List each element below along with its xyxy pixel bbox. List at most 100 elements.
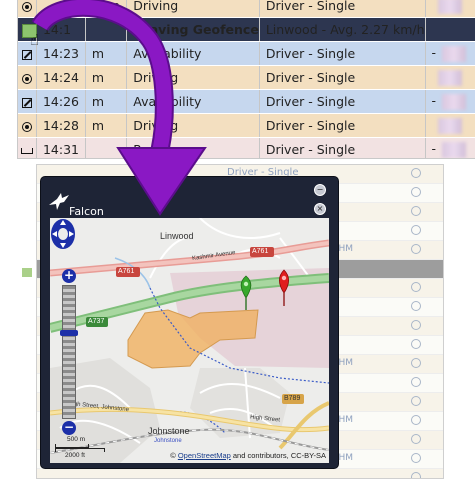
- cell-time: 14:1: [36, 17, 86, 42]
- cell-status: Availability: [126, 89, 260, 114]
- zoom-slider[interactable]: [60, 285, 78, 419]
- table-row[interactable]: 14:28 m Driving Driver - Single: [18, 113, 475, 138]
- background-row-icon: [411, 168, 421, 178]
- map-label-johnstone-station: Johnstone: [154, 438, 182, 444]
- cell-type: Driver - Single: [259, 113, 426, 138]
- window-title: Falcon: [69, 205, 104, 218]
- redacted-value: [442, 45, 467, 62]
- steering-wheel-icon: [21, 73, 32, 84]
- cell-type: Driver - Single: [259, 65, 426, 90]
- table-row[interactable]: 13m Driving Driver - Single: [18, 0, 475, 18]
- activity-table: 13m Driving Driver - Single 14:1 Leaving Geo…: [17, 0, 475, 159]
- scale-imperial: 2000 ft: [65, 452, 85, 459]
- map-scale: 500 m 2000 ft: [55, 436, 115, 459]
- background-row-icon: [411, 358, 421, 368]
- cell-duration: m: [85, 41, 128, 66]
- row-icon-cell: [18, 65, 37, 90]
- redacted-value: [442, 93, 467, 110]
- background-row-icon: [411, 301, 421, 311]
- redacted-value: [437, 0, 462, 14]
- zoom-control: + −: [60, 269, 78, 435]
- openstreetmap-link[interactable]: OpenStreetMap: [178, 451, 231, 460]
- cell-status: Driving: [126, 113, 260, 138]
- cell-type: Driver - Single: [259, 89, 426, 114]
- cell-time: 14:28: [36, 113, 86, 138]
- cell-extra: [425, 113, 475, 138]
- cell-time: 14:31: [36, 137, 86, 158]
- minimize-button[interactable]: −: [314, 184, 326, 196]
- box-icon: [21, 97, 32, 108]
- background-row-icon: [411, 396, 421, 406]
- map-label-a737: A737: [88, 318, 105, 325]
- cell-extra: -: [425, 89, 475, 114]
- background-row-icon: [411, 225, 421, 235]
- zoom-out-button[interactable]: −: [62, 421, 76, 435]
- close-button[interactable]: ×: [314, 203, 326, 215]
- cell-duration: m: [85, 113, 128, 138]
- map-label-linwood: Linwood: [160, 231, 194, 241]
- background-row-icon: [411, 282, 421, 292]
- cell-type: Driver - Single: [259, 137, 426, 158]
- zoom-slider-handle[interactable]: [60, 330, 78, 336]
- cell-type: Driver - Single: [259, 0, 426, 18]
- background-list-row: [37, 469, 443, 478]
- cell-status: Rest: [126, 137, 260, 158]
- pan-control[interactable]: [50, 218, 76, 250]
- row-icon-cell: [18, 89, 37, 114]
- cell-extra: -: [425, 41, 475, 66]
- hand-cursor-icon: ☝: [30, 31, 40, 49]
- map-view[interactable]: Linwood A761 A761 Kashmir Avenue A737 Hi…: [50, 218, 329, 463]
- table-row[interactable]: 14:31 Rest Driver - Single -: [18, 137, 475, 158]
- cell-time: 14:23: [36, 41, 86, 66]
- scale-metric: 500 m: [67, 436, 86, 443]
- cell-duration: 13m: [85, 0, 128, 18]
- zoom-in-button[interactable]: +: [62, 269, 76, 283]
- cell-time: 14:24: [36, 65, 86, 90]
- background-row-icon: [411, 472, 421, 478]
- cell-extra: -: [425, 137, 475, 158]
- table-row[interactable]: 14:1 Leaving Geofence Linwood - Avg. 2.27 …: [18, 17, 475, 42]
- cell-status: Driving: [126, 65, 260, 90]
- steering-wheel-icon: [21, 121, 32, 132]
- redacted-value: [437, 117, 462, 134]
- row-icon-cell: [18, 113, 37, 138]
- table-row[interactable]: 14:24 m Driving Driver - Single: [18, 65, 475, 90]
- map-popup-window: Falcon −× Linwood A761 A761 Kashmir Aven…: [41, 177, 338, 468]
- map-label-b789: B789: [284, 395, 301, 402]
- map-attribution: © OpenStreetMap and contributors, CC-BY-…: [170, 451, 326, 460]
- background-row-icon: [411, 434, 421, 444]
- bed-icon: [20, 147, 33, 154]
- redacted-value: [442, 141, 467, 158]
- background-row-icon: [411, 187, 421, 197]
- background-row-icon: [411, 415, 421, 425]
- map-label-johnstone: Johnstone: [148, 426, 190, 436]
- cell-extra-text: -: [431, 141, 437, 157]
- falcon-logo-icon: [49, 193, 69, 210]
- redacted-value: [437, 69, 462, 86]
- cell-extra: [425, 0, 475, 18]
- cell-duration: m: [85, 65, 128, 90]
- table-row[interactable]: 14:26 m Availability Driver - Single -: [18, 89, 475, 114]
- cell-duration: m: [85, 89, 128, 114]
- cell-time: [36, 0, 86, 18]
- table-row[interactable]: 14:23 m Availability Driver - Single -: [18, 41, 475, 66]
- window-controls: −×: [312, 177, 338, 215]
- row-icon-cell: [18, 0, 37, 18]
- steering-wheel-icon: [21, 1, 32, 12]
- cell-type: Linwood - Avg. 2.27 km/h: [259, 17, 426, 42]
- cell-type: Driver - Single: [259, 41, 426, 66]
- cell-extra: [425, 65, 475, 90]
- background-row-icon: [411, 453, 421, 463]
- cell-time: 14:26: [36, 89, 86, 114]
- map-label-a761-left: A761: [118, 268, 135, 275]
- box-icon: [21, 49, 32, 60]
- cell-status: Leaving Geofence: [126, 17, 260, 42]
- cell-duration: [85, 137, 128, 158]
- row-icon-cell: [18, 137, 37, 158]
- background-row-icon: [411, 244, 421, 254]
- background-selected-marker-icon: [22, 268, 32, 277]
- cell-extra-text: -: [431, 93, 437, 109]
- cell-status: Driving: [126, 0, 260, 18]
- cell-extra: [425, 17, 475, 42]
- background-row-icon: [411, 377, 421, 387]
